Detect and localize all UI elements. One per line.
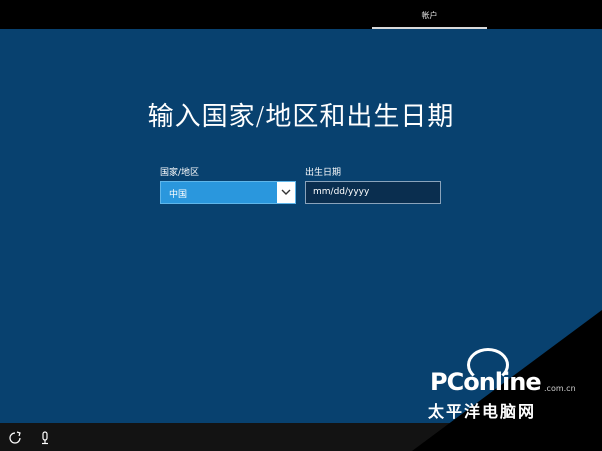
tab-account[interactable]: 帐户 (372, 0, 487, 29)
dropdown-arrow[interactable] (277, 182, 295, 203)
watermark-brand: PConline (430, 368, 542, 396)
country-select-value: 中国 (169, 190, 188, 200)
top-bar: 帐户 (0, 0, 602, 29)
country-label: 国家/地区 (160, 168, 200, 178)
ease-of-access-icon[interactable] (8, 430, 22, 444)
watermark-subtitle: 太平洋电脑网 (428, 402, 537, 421)
country-select[interactable]: 中国 (160, 181, 296, 204)
page-title: 输入国家/地区和出生日期 (147, 102, 455, 132)
microphone-icon[interactable] (38, 430, 52, 445)
birthdate-placeholder: mm/dd/yyyy (313, 187, 370, 197)
watermark: PConline .com.cn 太平洋电脑网 (412, 310, 602, 451)
birthdate-label: 出生日期 (305, 168, 342, 178)
watermark-domain: .com.cn (544, 384, 576, 393)
birthdate-input[interactable]: mm/dd/yyyy (305, 181, 441, 204)
chevron-down-icon (281, 189, 291, 195)
